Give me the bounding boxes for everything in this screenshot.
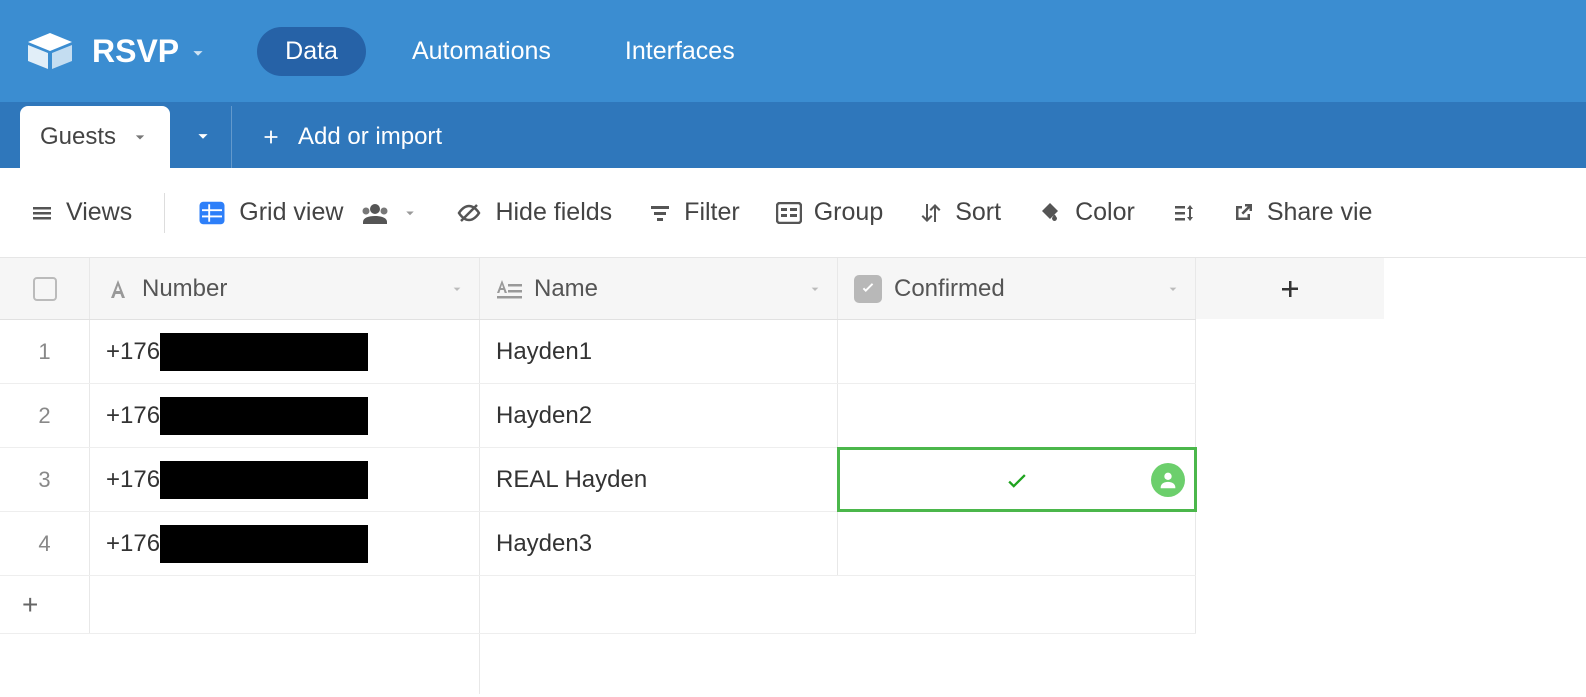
column-header-name[interactable]: Name — [480, 258, 838, 319]
name-cell[interactable]: Hayden2 — [480, 384, 838, 447]
table-tabs-bar: Guests Add or import — [0, 102, 1586, 168]
grid-header-row: Number Name Confirmed — [0, 258, 1196, 320]
collaborator-avatar-icon — [1151, 463, 1185, 497]
redacted-icon — [160, 461, 368, 499]
share-icon — [1231, 201, 1255, 225]
sort-button[interactable]: Sort — [919, 198, 1001, 227]
check-icon — [1004, 467, 1030, 493]
text-field-icon — [106, 277, 130, 301]
group-icon — [776, 202, 802, 224]
grid-view-icon — [197, 198, 227, 228]
table-row[interactable]: 4 +176 Hayden3 — [0, 512, 1196, 576]
grid-view-button[interactable]: Grid view — [197, 198, 419, 228]
row-number[interactable]: 3 — [0, 448, 90, 511]
column-header-confirmed[interactable]: Confirmed — [838, 258, 1196, 319]
grid-view-label: Grid view — [239, 198, 343, 227]
eye-off-icon — [455, 201, 483, 225]
confirmed-cell-selected[interactable] — [838, 448, 1196, 511]
menu-icon — [30, 201, 54, 225]
column-confirmed-label: Confirmed — [894, 275, 1005, 303]
table-tab-dropdown-icon[interactable] — [130, 127, 150, 147]
filter-button[interactable]: Filter — [648, 198, 740, 227]
number-cell[interactable]: +176 — [90, 448, 480, 511]
sort-label: Sort — [955, 198, 1001, 227]
checkbox-field-icon — [854, 275, 882, 303]
redacted-icon — [160, 525, 368, 563]
filter-label: Filter — [684, 198, 740, 227]
column-dropdown-icon[interactable] — [807, 281, 823, 297]
add-row-button[interactable]: + — [0, 576, 1196, 634]
table-row[interactable]: 2 +176 Hayden2 — [0, 384, 1196, 448]
nav-tab-data[interactable]: Data — [257, 27, 366, 76]
name-cell[interactable]: REAL Hayden — [480, 448, 838, 511]
row-number[interactable]: 1 — [0, 320, 90, 383]
select-all-checkbox[interactable] — [0, 258, 90, 319]
nav-tabs: Data Automations Interfaces — [257, 27, 763, 76]
separator — [164, 193, 165, 233]
app-logo-icon[interactable] — [28, 29, 72, 73]
nav-tab-automations[interactable]: Automations — [384, 27, 579, 76]
nav-tab-interfaces[interactable]: Interfaces — [597, 27, 763, 76]
views-label: Views — [66, 198, 132, 227]
color-button[interactable]: Color — [1037, 198, 1135, 227]
column-number-label: Number — [142, 275, 227, 303]
table-tab-guests[interactable]: Guests — [20, 106, 170, 168]
column-name-label: Name — [534, 275, 598, 303]
base-dropdown-icon[interactable] — [187, 42, 209, 64]
column-header-number[interactable]: Number — [90, 258, 480, 319]
redacted-icon — [160, 397, 368, 435]
long-text-field-icon — [496, 278, 522, 300]
filter-icon — [648, 201, 672, 225]
row-number[interactable]: 4 — [0, 512, 90, 575]
view-toolbar: Views Grid view Hide fields Filter Group — [0, 168, 1586, 258]
paint-bucket-icon — [1037, 201, 1063, 225]
name-cell[interactable]: Hayden3 — [480, 512, 838, 575]
chevron-down-icon[interactable] — [401, 204, 419, 222]
top-navbar: RSVP Data Automations Interfaces — [0, 0, 1586, 102]
table-tab-label: Guests — [40, 123, 116, 151]
share-view-button[interactable]: Share vie — [1231, 198, 1373, 227]
table-row[interactable]: 1 +176 Hayden1 — [0, 320, 1196, 384]
plus-icon: + — [0, 576, 90, 633]
plus-icon — [260, 126, 282, 148]
confirmed-cell[interactable] — [838, 384, 1196, 447]
collaborators-icon — [361, 202, 389, 224]
row-number[interactable]: 2 — [0, 384, 90, 447]
views-button[interactable]: Views — [30, 198, 132, 227]
number-cell[interactable]: +176 — [90, 384, 480, 447]
redacted-icon — [160, 333, 368, 371]
data-grid: Number Name Confirmed 1 +176 — [0, 258, 1196, 694]
confirmed-cell[interactable] — [838, 320, 1196, 383]
table-row[interactable]: 3 +176 REAL Hayden — [0, 448, 1196, 512]
row-height-icon — [1171, 201, 1195, 225]
column-dropdown-icon[interactable] — [449, 281, 465, 297]
hide-fields-button[interactable]: Hide fields — [455, 198, 612, 227]
number-cell[interactable]: +176 — [90, 512, 480, 575]
checkbox-icon — [33, 277, 57, 301]
table-list-dropdown[interactable] — [174, 106, 232, 168]
plus-icon — [1278, 277, 1302, 301]
base-title[interactable]: RSVP — [92, 33, 179, 70]
grid-footer — [0, 634, 1196, 694]
name-cell[interactable]: Hayden1 — [480, 320, 838, 383]
number-cell[interactable]: +176 — [90, 320, 480, 383]
sort-icon — [919, 201, 943, 225]
row-height-button[interactable] — [1171, 201, 1195, 225]
add-or-import-button[interactable]: Add or import — [232, 106, 470, 168]
column-dropdown-icon[interactable] — [1165, 281, 1181, 297]
hide-fields-label: Hide fields — [495, 198, 612, 227]
color-label: Color — [1075, 198, 1135, 227]
add-column-button[interactable] — [1196, 258, 1384, 319]
confirmed-cell[interactable] — [838, 512, 1196, 575]
group-button[interactable]: Group — [776, 198, 883, 227]
add-import-label: Add or import — [298, 123, 442, 151]
share-label: Share vie — [1267, 198, 1373, 227]
group-label: Group — [814, 198, 883, 227]
